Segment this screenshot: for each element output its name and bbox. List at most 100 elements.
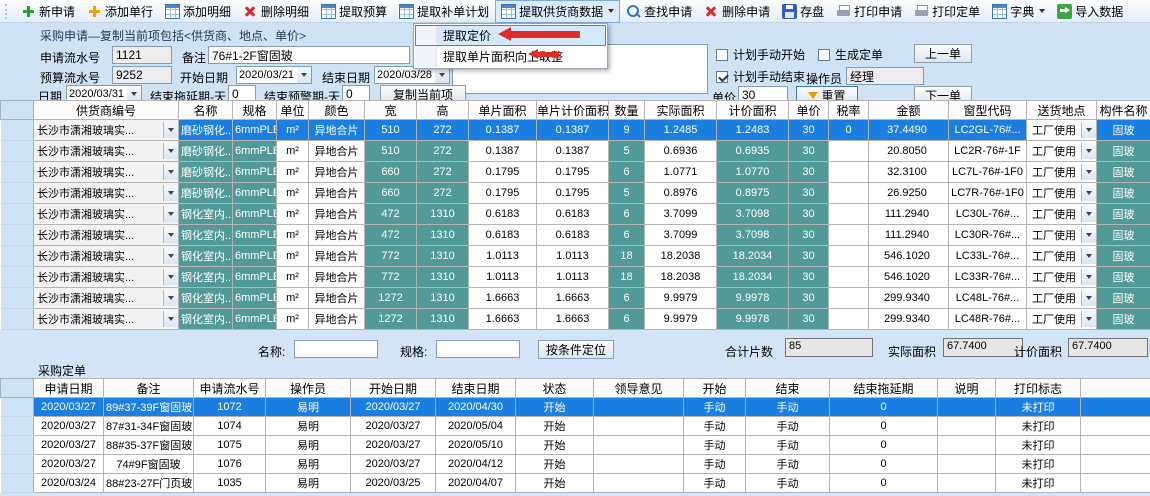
chevron-down-icon[interactable] [163, 206, 178, 222]
detail-cell[interactable] [829, 288, 869, 309]
order-cell[interactable]: 2020/05/04 [436, 417, 516, 436]
detail-cell[interactable]: LC30L-76#... [949, 204, 1027, 225]
detail-cell[interactable]: 固玻 [1097, 120, 1150, 141]
order-cell[interactable]: 未打印 [996, 436, 1081, 455]
budget-no-field[interactable]: 9252 [112, 66, 172, 84]
locate-spec-input[interactable] [436, 340, 520, 358]
detail-cell[interactable]: 9 [609, 120, 645, 141]
order-cell[interactable]: 开始 [516, 455, 594, 474]
detail-cell[interactable]: 磨砂钢化... [179, 162, 233, 183]
detail-cell[interactable]: 6mmPLE... [233, 309, 277, 330]
detail-cell[interactable]: 1272 [365, 309, 417, 330]
order-cell[interactable]: 2020/04/07 [436, 474, 516, 493]
order-cell[interactable]: 1072 [194, 398, 266, 417]
detail-cell[interactable]: 固玻 [1097, 267, 1150, 288]
detail-cell[interactable]: 0.6935 [717, 141, 789, 162]
detail-cell[interactable]: 660 [365, 183, 417, 204]
detail-cell[interactable]: 0.8975 [717, 183, 789, 204]
order-cell[interactable]: 2020/03/27 [351, 436, 436, 455]
detail-row[interactable]: 长沙市潇湘玻璃实...磨砂钢化...6mmPLE...m²异地合片6602720… [1, 183, 1150, 204]
detail-cell[interactable]: LC33R-76#... [949, 267, 1027, 288]
detail-cell[interactable]: LC7L-76#-1F0 [949, 162, 1027, 183]
detail-cell[interactable]: 6 [609, 288, 645, 309]
detail-cell[interactable]: 工厂使用 [1027, 120, 1097, 141]
detail-cell[interactable]: 0.8976 [645, 183, 717, 204]
detail-cell[interactable]: 工厂使用 [1027, 225, 1097, 246]
detail-column-header[interactable]: 颜色 [309, 101, 365, 120]
detail-cell[interactable]: 0.6183 [469, 204, 537, 225]
detail-column-header[interactable]: 名称 [179, 101, 233, 120]
order-column-header[interactable]: 状态 [516, 379, 594, 398]
order-cell[interactable]: 手动 [746, 455, 830, 474]
detail-column-header[interactable]: 实际面积 [645, 101, 717, 120]
detail-cell[interactable]: 0.1795 [537, 183, 609, 204]
detail-cell[interactable]: 472 [365, 225, 417, 246]
detail-cell[interactable]: 18 [609, 246, 645, 267]
detail-cell[interactable]: 长沙市潇湘玻璃实... [34, 267, 179, 288]
detail-cell[interactable]: 1.2485 [645, 120, 717, 141]
order-cell[interactable]: 88#35-37F窗固玻 [104, 436, 194, 455]
detail-cell[interactable]: 37.4490 [869, 120, 949, 141]
toolbar-button-extract-budget[interactable]: 提取预算 [315, 0, 393, 23]
detail-cell[interactable]: 6mmPLE... [233, 141, 277, 162]
detail-cell[interactable]: 6mmPLE... [233, 288, 277, 309]
order-cell[interactable]: 手动 [684, 417, 746, 436]
detail-cell[interactable]: 磨砂钢化... [179, 120, 233, 141]
chevron-down-icon[interactable] [1081, 290, 1096, 306]
detail-cell[interactable]: 1272 [365, 288, 417, 309]
detail-cell[interactable]: 1310 [417, 204, 469, 225]
order-row[interactable]: 2020/03/2774#9F窗固玻1076易明2020/03/272020/0… [1, 455, 1150, 474]
remark-field[interactable]: 76#1-2F窗固玻 [208, 46, 410, 64]
detail-cell[interactable]: 工厂使用 [1027, 309, 1097, 330]
detail-row[interactable]: 长沙市潇湘玻璃实...钢化室内...6mmPLE...m²异地合片4721310… [1, 225, 1150, 246]
detail-cell[interactable]: 1.6663 [469, 288, 537, 309]
detail-cell[interactable]: m² [277, 162, 309, 183]
order-cell[interactable] [938, 398, 996, 417]
detail-cell[interactable] [829, 267, 869, 288]
chevron-down-icon[interactable] [163, 143, 178, 159]
order-cell[interactable]: 88#23-27F门页玻 [104, 474, 194, 493]
order-cell[interactable] [938, 417, 996, 436]
detail-cell[interactable]: 32.3100 [869, 162, 949, 183]
checkbox-icon[interactable] [716, 49, 728, 61]
toolbar-button-new-apply[interactable]: 新申请 [15, 0, 81, 23]
detail-cell[interactable]: 0.6183 [537, 225, 609, 246]
detail-cell[interactable]: 30 [789, 162, 829, 183]
detail-column-header[interactable]: 规格 [233, 101, 277, 120]
detail-row[interactable]: 长沙市潇湘玻璃实...磨砂钢化...6mmPLE...m²异地合片5102720… [1, 141, 1150, 162]
order-cell[interactable] [594, 398, 684, 417]
detail-cell[interactable]: 1310 [417, 246, 469, 267]
detail-cell[interactable]: 1.0113 [537, 246, 609, 267]
detail-cell[interactable]: m² [277, 225, 309, 246]
detail-cell[interactable] [829, 309, 869, 330]
detail-cell[interactable]: LC48R-76#... [949, 309, 1027, 330]
detail-cell[interactable]: 1310 [417, 267, 469, 288]
order-cell[interactable]: 2020/03/27 [34, 436, 104, 455]
detail-cell[interactable]: 钢化室内... [179, 246, 233, 267]
detail-cell[interactable]: 0.6183 [469, 225, 537, 246]
detail-cell[interactable]: m² [277, 183, 309, 204]
order-cell[interactable] [594, 455, 684, 474]
detail-column-header[interactable]: 窗型代码 [949, 101, 1027, 120]
order-cell[interactable]: 未打印 [996, 455, 1081, 474]
detail-cell[interactable]: 0.6183 [537, 204, 609, 225]
order-cell[interactable]: 1074 [194, 417, 266, 436]
detail-cell[interactable]: 18.2034 [717, 267, 789, 288]
toolbar-button-delete-apply[interactable]: 删除申请 [698, 0, 776, 23]
detail-cell[interactable]: 固玻 [1097, 204, 1150, 225]
order-cell[interactable]: 74#9F窗固玻 [104, 455, 194, 474]
detail-cell[interactable]: 30 [789, 246, 829, 267]
detail-row[interactable]: 长沙市潇湘玻璃实...钢化室内...6mmPLE...m²异地合片4721310… [1, 204, 1150, 225]
detail-cell[interactable]: 异地合片 [309, 204, 365, 225]
detail-cell[interactable]: 9.9978 [717, 309, 789, 330]
detail-column-header[interactable]: 数量 [609, 101, 645, 120]
order-cell[interactable]: 手动 [746, 398, 830, 417]
order-cell[interactable]: 易明 [266, 455, 351, 474]
toolbar-button-print-apply[interactable]: 打印申请 [830, 0, 908, 23]
toolbar-button-print-order[interactable]: 打印定单 [908, 0, 986, 23]
detail-column-header[interactable]: 金额 [869, 101, 949, 120]
chevron-down-icon[interactable] [297, 67, 311, 83]
detail-cell[interactable]: 固玻 [1097, 225, 1150, 246]
order-column-header[interactable]: 申请流水号 [194, 379, 266, 398]
order-row-gutter[interactable] [1, 398, 34, 417]
